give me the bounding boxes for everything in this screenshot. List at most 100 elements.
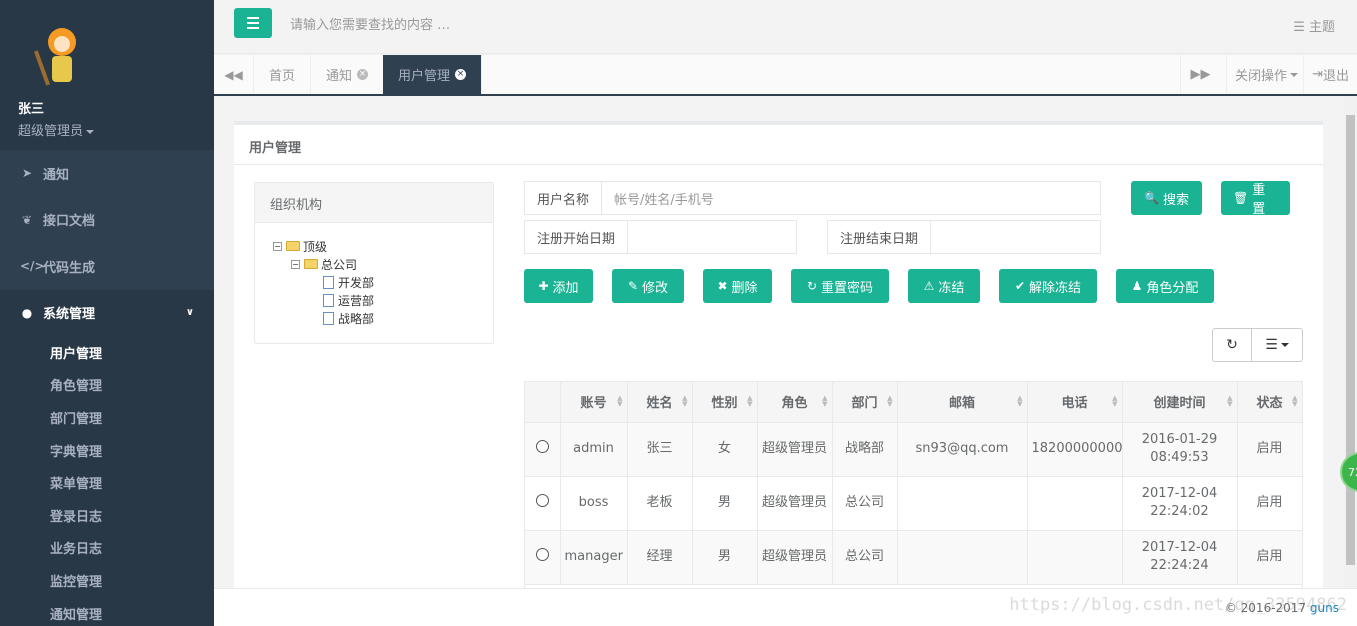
reset-button[interactable]: 🗑 重置: [1221, 181, 1290, 217]
sub-item-biz-log[interactable]: 业务日志: [0, 532, 214, 565]
cell-account: admin: [560, 422, 628, 477]
refresh-icon: ↻: [806, 279, 818, 293]
sub-item-menu-mgmt[interactable]: 菜单管理: [0, 466, 214, 499]
org-tree-title: 组织机构: [255, 183, 493, 223]
radio-icon[interactable]: [535, 439, 549, 453]
content-scrollbar[interactable]: [1344, 97, 1357, 588]
tree-node-company[interactable]: − 总公司: [273, 255, 493, 273]
folder-icon: [286, 241, 300, 251]
nav-item-notice[interactable]: ➤ 通知: [0, 150, 214, 197]
brand-link[interactable]: guns: [1310, 601, 1339, 615]
tree-node-dev[interactable]: 开发部: [273, 273, 493, 291]
scrollbar-thumb[interactable]: [1346, 115, 1355, 565]
avatar[interactable]: [33, 24, 94, 90]
assign-role-button[interactable]: ♟ 角色分配: [1116, 269, 1214, 303]
table-row[interactable]: admin 张三 女 超级管理员 战略部 sn93@qq.com 1820000…: [525, 422, 1303, 477]
column-header-phone[interactable]: 电话 ▲ ▼: [1027, 382, 1123, 423]
edit-icon: ✎: [627, 279, 639, 293]
row-select-radio[interactable]: [525, 422, 561, 477]
sort-icon: ▲ ▼: [1112, 394, 1118, 408]
table-row[interactable]: manager 经理 男 超级管理员 总公司 2017-12-04 22:24:…: [525, 530, 1303, 585]
tree-node-top[interactable]: − 顶级: [273, 237, 493, 255]
profile-role-dropdown[interactable]: 超级管理员: [18, 120, 196, 139]
main-content: 用户管理 组织机构 − 顶级 − 总公司 开发部 运营部 战略部 用户名称 帐号/姓…: [214, 97, 1344, 588]
search-icon: 🔍: [1144, 191, 1159, 205]
cell-dept: 总公司: [832, 530, 898, 585]
start-date-input[interactable]: [628, 221, 796, 253]
search-button[interactable]: 🔍 搜索: [1131, 181, 1202, 215]
sub-item-notice-mgmt[interactable]: 通知管理: [0, 597, 214, 626]
cell-account: manager: [560, 530, 628, 585]
cell-status: 启用: [1237, 530, 1303, 585]
org-tree: − 顶级 − 总公司 开发部 运营部 战略部: [255, 223, 493, 327]
sign-out-icon: ⇥: [1312, 67, 1323, 82]
column-header-account[interactable]: 账号 ▲ ▼: [560, 382, 628, 423]
sub-item-login-log[interactable]: 登录日志: [0, 499, 214, 532]
table-refresh-button[interactable]: ↻: [1212, 328, 1252, 362]
collapse-icon[interactable]: −: [291, 259, 300, 269]
nav-item-system[interactable]: ● 系统管理 ∨: [0, 289, 214, 336]
caret-down-icon: [1290, 72, 1298, 77]
column-header-dept[interactable]: 部门 ▲ ▼: [832, 382, 898, 423]
row-select-radio[interactable]: [525, 476, 561, 531]
hamburger-icon: [247, 17, 259, 19]
username-filter: 用户名称 帐号/姓名/手机号: [524, 181, 1101, 215]
end-date-input[interactable]: [931, 221, 1100, 253]
theme-button[interactable]: ☰ 主题: [1293, 16, 1335, 35]
check-circle-icon: ✔: [1014, 279, 1026, 293]
nav-item-api-docs[interactable]: ❦ 接口文档: [0, 197, 214, 244]
warning-icon: ⚠: [923, 279, 935, 293]
cell-email: [897, 476, 1028, 531]
close-icon[interactable]: ×: [357, 69, 369, 80]
reset-password-button[interactable]: ↻ 重置密码: [791, 269, 889, 303]
tree-node-ops[interactable]: 运营部: [273, 291, 493, 309]
tree-node-strategy[interactable]: 战略部: [273, 309, 493, 327]
list-icon: ☰: [1265, 337, 1278, 353]
radio-icon[interactable]: [535, 493, 549, 507]
cell-gender: 男: [692, 530, 758, 585]
sub-item-dict-mgmt[interactable]: 字典管理: [0, 434, 214, 467]
column-header-role[interactable]: 角色 ▲ ▼: [757, 382, 833, 423]
times-icon: ✖: [717, 279, 728, 293]
table-row[interactable]: boss 老板 男 超级管理员 总公司 2017-12-04 22:24:02 …: [525, 476, 1303, 531]
sub-item-monitor[interactable]: 监控管理: [0, 564, 214, 597]
tabs-scroll-right-button[interactable]: ▶▶: [1180, 55, 1220, 94]
cell-dept: 总公司: [832, 476, 898, 531]
sort-icon: ▲ ▼: [1227, 394, 1233, 408]
column-header-status[interactable]: 状态 ▲ ▼: [1237, 382, 1303, 423]
close-icon[interactable]: ×: [455, 69, 467, 80]
table-columns-button[interactable]: ☰: [1251, 328, 1303, 362]
edit-button[interactable]: ✎ 修改: [612, 269, 684, 303]
cell-created: 2016-01-29 08:49:53: [1122, 422, 1238, 477]
sub-item-role-mgmt[interactable]: 角色管理: [0, 369, 214, 402]
tab-home[interactable]: 首页: [254, 55, 312, 94]
column-header-gender[interactable]: 性别 ▲ ▼: [692, 382, 758, 423]
delete-button[interactable]: ✖ 删除: [703, 269, 772, 303]
cell-created: 2017-12-04 22:24:24: [1122, 530, 1238, 585]
radio-icon[interactable]: [535, 547, 549, 561]
sub-item-dept-mgmt[interactable]: 部门管理: [0, 401, 214, 434]
top-search-input[interactable]: 请输入您需要查找的内容 …: [290, 14, 690, 33]
collapse-icon[interactable]: −: [273, 241, 282, 251]
close-operations-dropdown[interactable]: 关闭操作: [1225, 55, 1306, 94]
refresh-icon: ↻: [1226, 337, 1238, 353]
tabs-scroll-left-button[interactable]: ◀◀: [214, 55, 254, 94]
nav-item-code-gen[interactable]: </> 代码生成: [0, 243, 214, 290]
tab-notice[interactable]: 通知 ×: [311, 55, 385, 94]
column-header-name[interactable]: 姓名 ▲ ▼: [627, 382, 693, 423]
column-header-email[interactable]: 邮箱 ▲ ▼: [897, 382, 1028, 423]
footer: https://blog.csdn.net/qq_33594862 © 2016…: [214, 588, 1357, 626]
cell-name: 老板: [627, 476, 693, 531]
freeze-button[interactable]: ⚠ 冻结: [908, 269, 980, 303]
logout-button[interactable]: ⇥ 退出: [1303, 55, 1357, 94]
sub-item-user-mgmt[interactable]: 用户管理: [0, 336, 214, 369]
username-input[interactable]: 帐号/姓名/手机号: [602, 182, 1100, 214]
menu-toggle-button[interactable]: [234, 8, 272, 38]
add-button[interactable]: ✚ 添加: [524, 269, 593, 303]
column-header-created[interactable]: 创建时间 ▲ ▼: [1122, 382, 1238, 423]
row-select-radio[interactable]: [525, 530, 561, 585]
user-secret-icon: ♟: [1131, 279, 1143, 293]
tab-user-mgmt[interactable]: 用户管理 ×: [383, 55, 483, 94]
unfreeze-button[interactable]: ✔ 解除冻结: [999, 269, 1097, 303]
cell-phone: 18200000000: [1027, 422, 1123, 477]
